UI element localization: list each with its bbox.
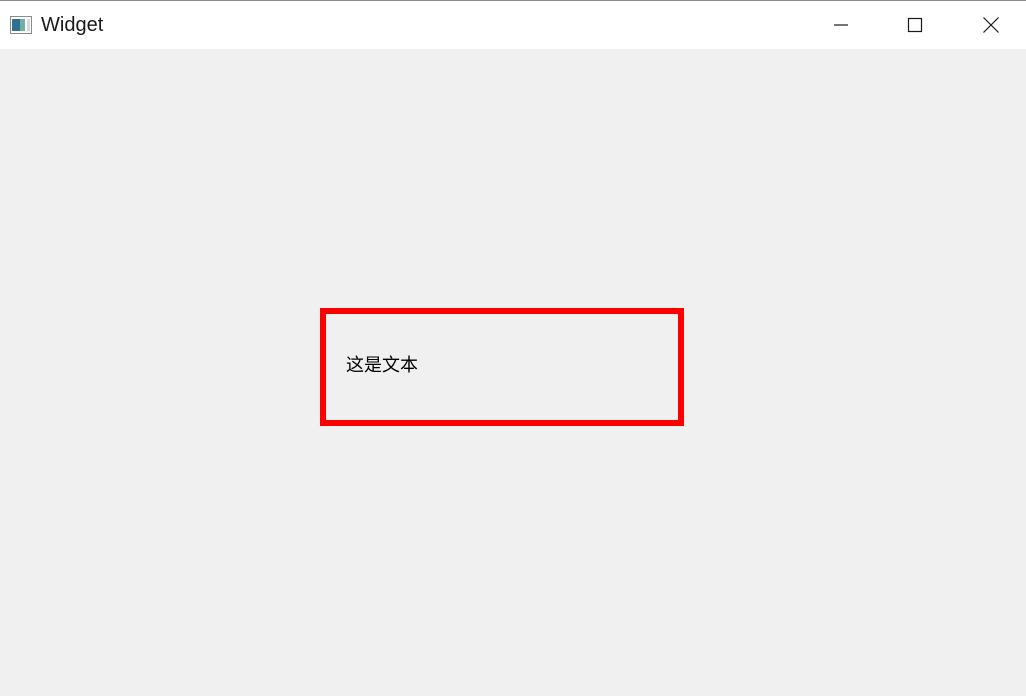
text-label: 这是文本 [346,355,418,376]
maximize-button[interactable] [880,1,950,49]
minimize-icon [832,16,850,34]
close-button[interactable] [956,1,1026,49]
text-label-frame: 这是文本 [320,308,684,426]
title-bar[interactable]: Widget [0,1,1026,49]
maximize-icon [906,16,924,34]
main-window: Widget 这是文本 [0,0,1026,696]
client-area: 这是文本 [0,49,1026,696]
minimize-button[interactable] [806,1,876,49]
window-title: Widget [41,14,104,36]
close-icon [982,16,1000,34]
app-window-icon [10,16,32,34]
